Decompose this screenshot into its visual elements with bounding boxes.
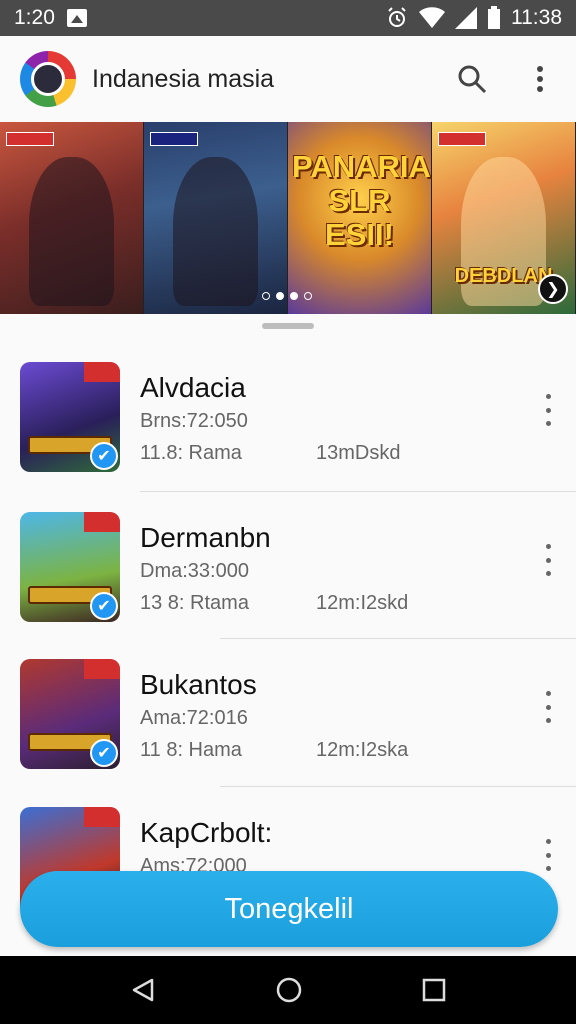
home-icon[interactable] xyxy=(275,976,303,1004)
ribbon-badge xyxy=(84,807,120,827)
list-item[interactable]: ✔ Bukantos Ama:72:016 11 8: Hama 12m:I2s… xyxy=(0,637,576,769)
item-more-vert-icon[interactable] xyxy=(538,544,558,576)
game-title: Dermanbn xyxy=(140,522,271,553)
status-time-left: 1:20 xyxy=(14,6,55,29)
new-badge xyxy=(438,132,486,146)
check-icon: ✔ xyxy=(90,442,118,470)
carousel-tile[interactable]: PANARIAN SLR ESII! xyxy=(288,122,454,314)
image-notification-icon xyxy=(66,9,87,27)
game-title: Bukantos xyxy=(140,669,257,700)
game-meta: 12m:I2ska xyxy=(316,739,409,761)
game-thumbnail: ✔ xyxy=(20,659,120,769)
status-time-right: 11:38 xyxy=(511,6,562,29)
battery-icon xyxy=(488,6,500,29)
list-item[interactable]: ✔ Alvdacia Brns:72:050 11.8: Rama 13mDsk… xyxy=(0,340,576,472)
game-title: Alvdacia xyxy=(140,372,246,403)
featured-carousel[interactable]: PANARIAN SLR ESII! DEBDLAN ❯ xyxy=(0,122,576,314)
check-icon: ✔ xyxy=(90,739,118,767)
page-dot[interactable] xyxy=(304,292,312,300)
game-meta: Brns:72:050 xyxy=(140,410,248,432)
carousel-page-indicator xyxy=(262,292,312,300)
system-nav-bar xyxy=(0,956,576,1024)
page-dot-active[interactable] xyxy=(276,292,284,300)
drag-handle[interactable] xyxy=(262,323,314,329)
search-button[interactable] xyxy=(456,63,488,95)
hero-artwork xyxy=(172,156,259,307)
signal-icon xyxy=(455,7,477,29)
recents-icon[interactable] xyxy=(422,978,446,1002)
primary-action-button[interactable]: Tonegkelil xyxy=(20,871,558,947)
wifi-icon xyxy=(419,7,445,29)
game-meta: 13 8: Rtama xyxy=(140,592,249,614)
game-meta: Ama:72:016 xyxy=(140,707,248,729)
item-more-vert-icon[interactable] xyxy=(538,839,558,871)
game-meta: Dma:33:000 xyxy=(140,560,249,582)
new-badge xyxy=(150,132,198,146)
game-meta: 13mDskd xyxy=(316,442,401,464)
app-logo[interactable] xyxy=(20,51,76,107)
tile-art-text: PANARIAN SLR ESII! xyxy=(292,149,454,252)
ribbon-badge xyxy=(84,362,120,382)
game-thumbnail: ✔ xyxy=(20,512,120,622)
item-more-vert-icon[interactable] xyxy=(538,691,558,723)
check-icon: ✔ xyxy=(90,592,118,620)
alarm-icon xyxy=(388,7,406,27)
app-bar: Indanesia masia xyxy=(0,36,576,122)
overflow-menu-button[interactable] xyxy=(524,63,556,95)
chevron-right-icon: ❯ xyxy=(546,281,560,298)
game-meta: 12m:I2skd xyxy=(316,592,409,614)
back-icon[interactable] xyxy=(130,977,156,1003)
game-thumbnail: ✔ xyxy=(20,362,120,472)
new-badge xyxy=(6,132,54,146)
more-vert-icon xyxy=(537,66,543,92)
carousel-tile[interactable] xyxy=(0,122,144,314)
page-dot[interactable] xyxy=(290,292,298,300)
carousel-tile[interactable] xyxy=(144,122,288,314)
carousel-next-button[interactable]: ❯ xyxy=(538,274,568,304)
hero-artwork xyxy=(28,156,115,307)
list-item[interactable]: ✔ Dermanbn Dma:33:000 13 8: Rtama 12m:I2… xyxy=(0,490,576,622)
ribbon-badge xyxy=(84,659,120,679)
status-bar: 1:20 11:38 xyxy=(0,0,576,36)
game-meta: 11 8: Hama xyxy=(140,739,242,761)
search-icon xyxy=(458,65,487,94)
item-more-vert-icon[interactable] xyxy=(538,394,558,426)
game-meta: 11.8: Rama xyxy=(140,442,242,464)
game-title: KapCrbolt: xyxy=(140,817,273,848)
ribbon-badge xyxy=(84,512,120,532)
app-title: Indanesia masia xyxy=(92,64,275,93)
page-dot[interactable] xyxy=(262,292,270,300)
